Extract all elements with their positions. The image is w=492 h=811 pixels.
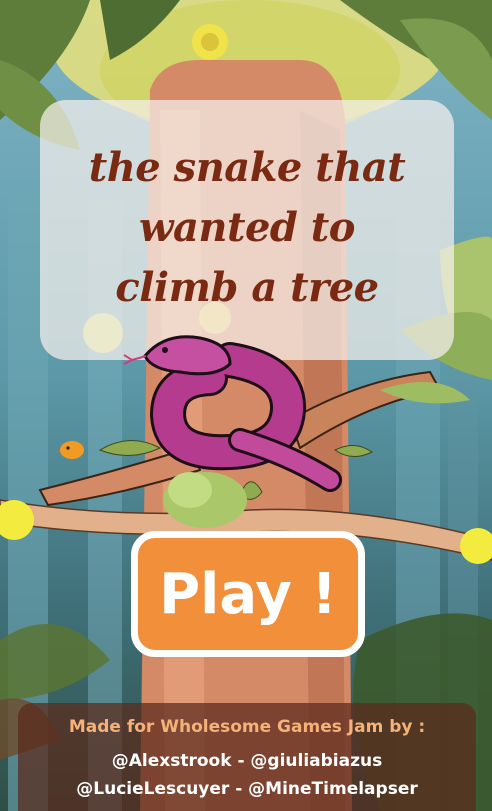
credits-names-line-2: @LucieLescuyer - @MineTimelapser [76,779,418,799]
credits-names-line-1: @Alexstrook - @giuliabiazus [111,751,383,771]
play-button-label: Play ! [159,561,337,627]
orange-bird [58,441,84,459]
snake-character [123,335,342,492]
credits-panel: Made for Wholesome Games Jam by : @Alexs… [18,703,476,811]
game-scene: the snake that wanted to climb a tree Pl… [0,0,492,811]
credits-heading: Made for Wholesome Games Jam by : [68,717,426,737]
play-button[interactable]: Play ! [131,531,365,657]
